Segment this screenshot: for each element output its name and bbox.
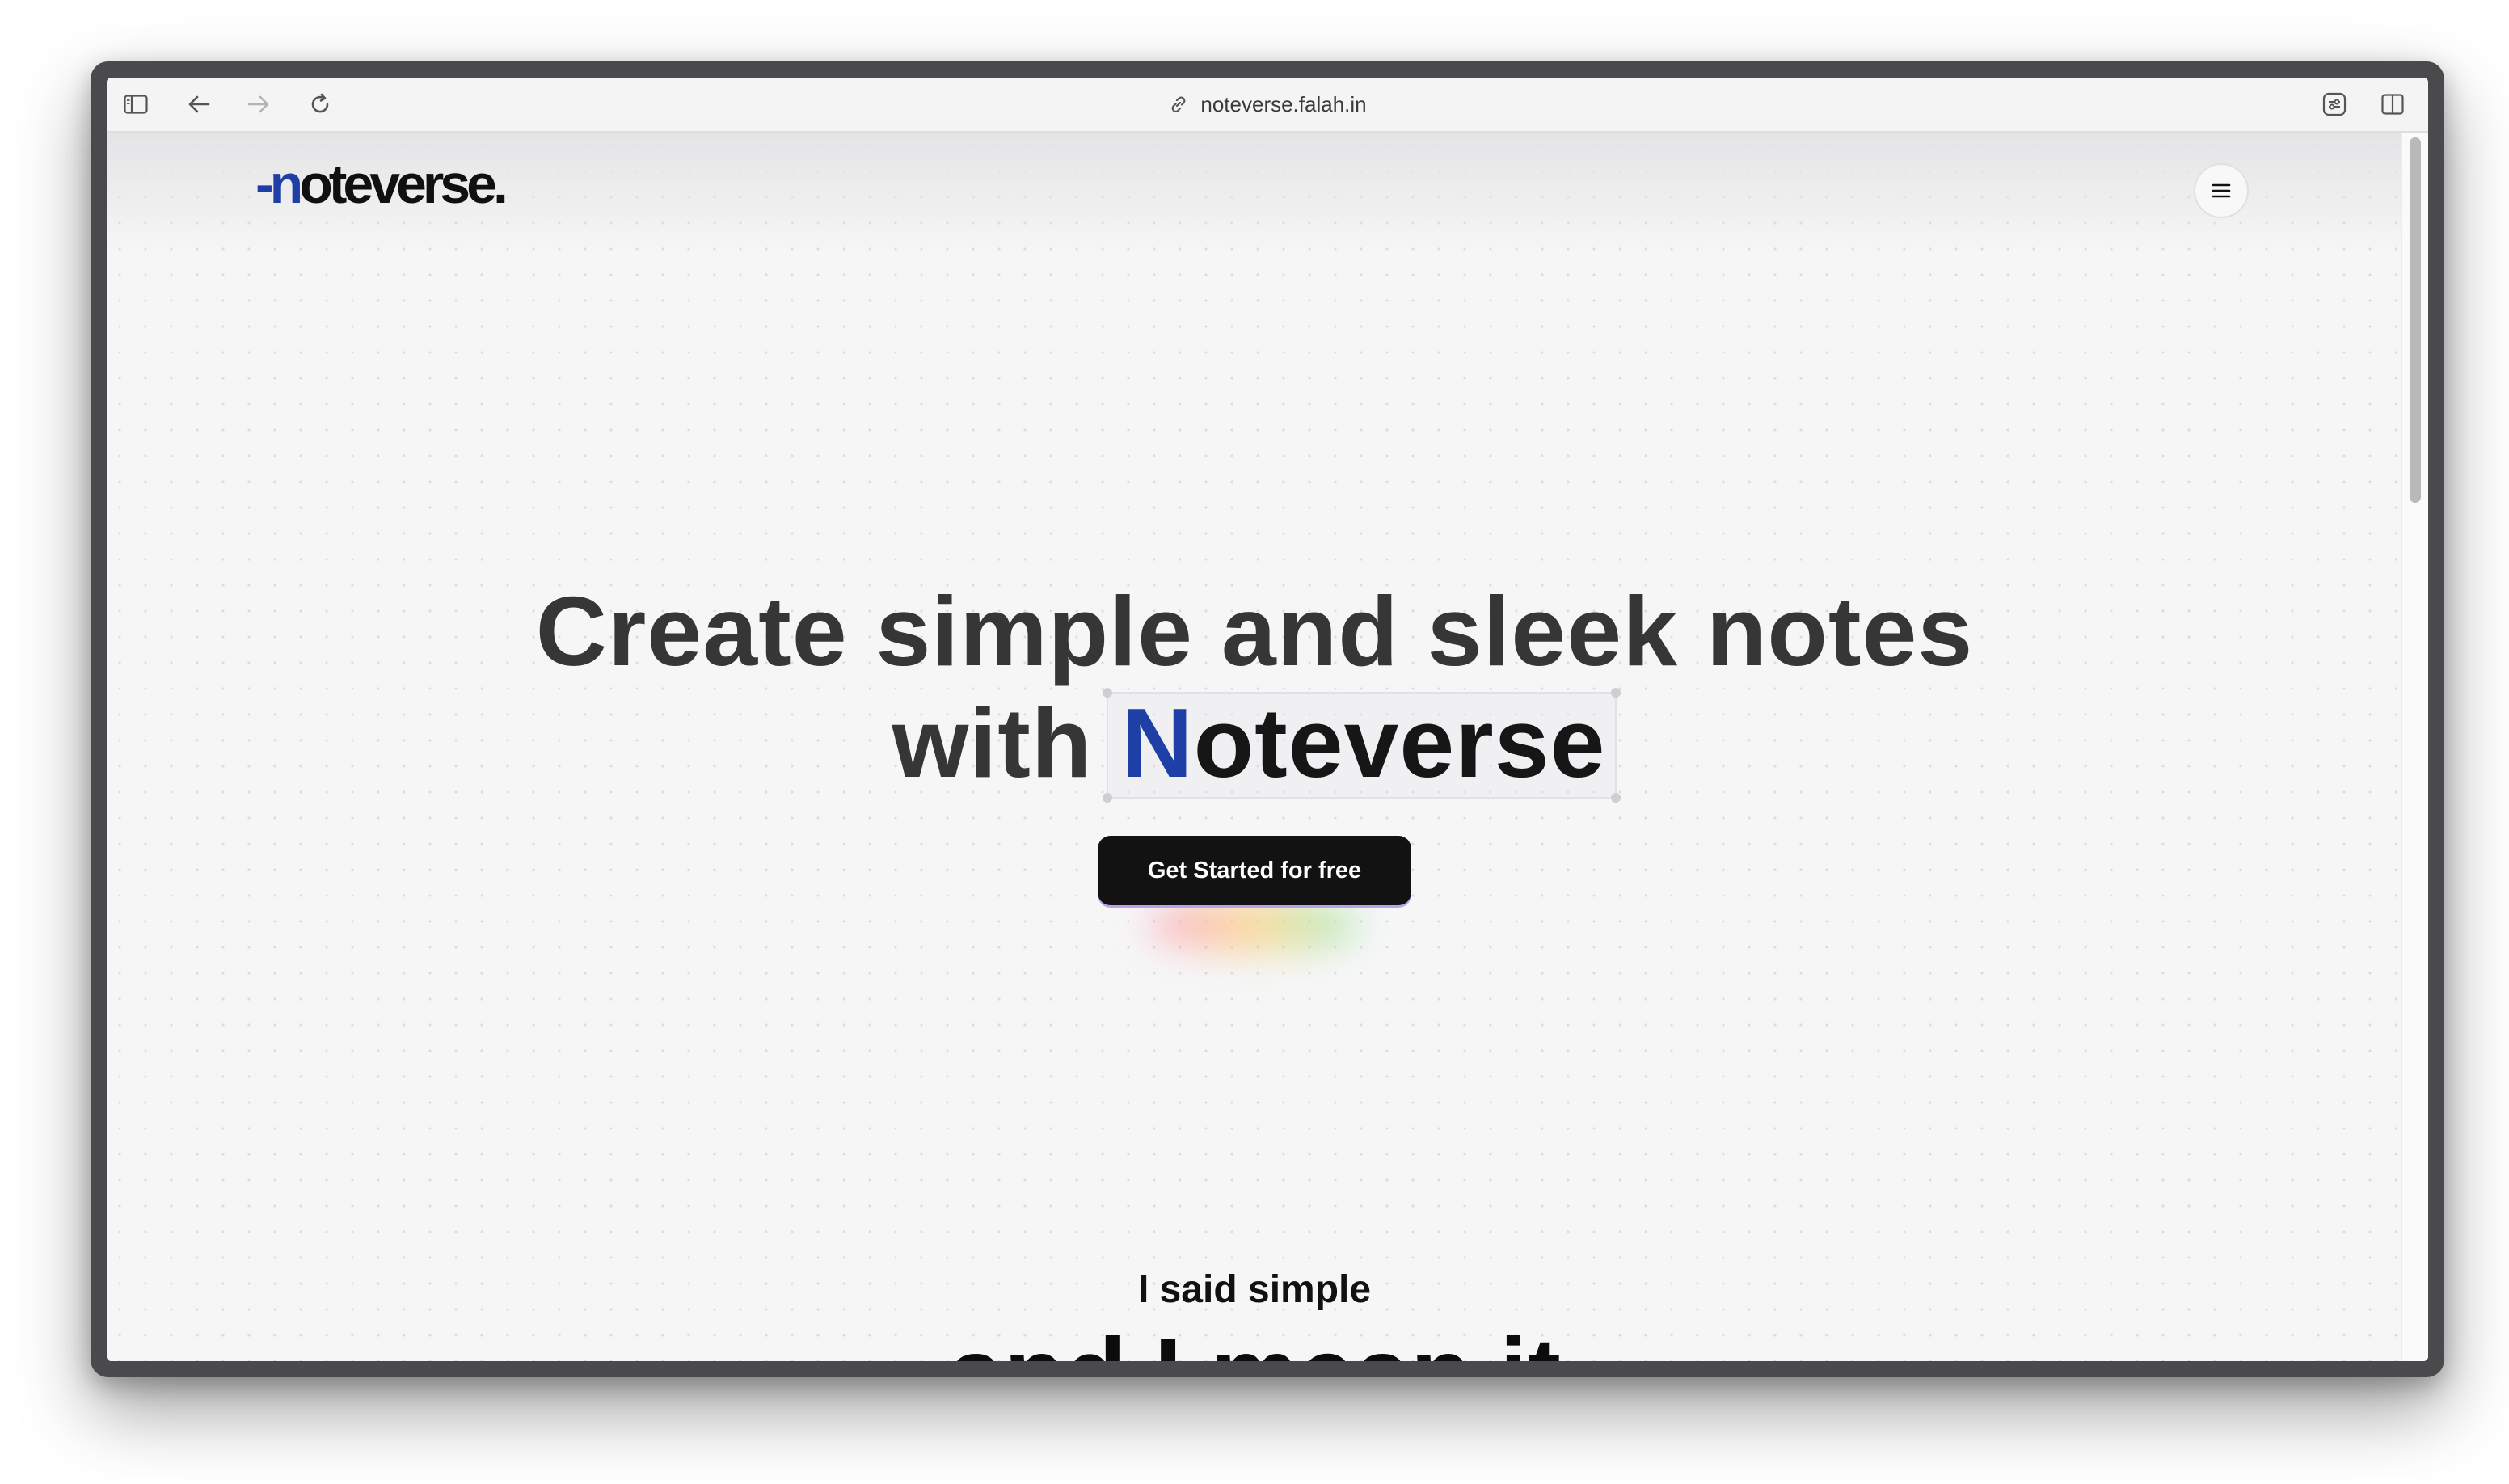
brand-rest: oteverse	[1193, 688, 1606, 798]
forward-button[interactable]	[242, 88, 275, 120]
selection-handle	[1611, 793, 1621, 803]
hero-title-line1: Create simple and sleek notes	[535, 576, 1974, 686]
logo-dash: -	[255, 154, 274, 215]
scrollbar-thumb[interactable]	[2410, 137, 2421, 503]
url-text[interactable]: noteverse.falah.in	[1200, 92, 1366, 117]
split-view-icon	[2381, 94, 2404, 115]
browser-window: noteverse.falah.in -noteverse. Create si…	[91, 61, 2444, 1377]
arrow-left-icon	[188, 95, 210, 113]
back-button[interactable]	[183, 88, 215, 120]
hero-with: with	[892, 688, 1093, 798]
selection-handle	[1611, 688, 1621, 698]
brand-first-letter: N	[1121, 688, 1194, 798]
get-started-button[interactable]: Get Started for free	[1098, 836, 1411, 905]
logo-text: oteverse.	[299, 154, 508, 215]
reload-button[interactable]	[304, 88, 336, 120]
site-logo[interactable]: -noteverse.	[255, 154, 508, 215]
address-bar: noteverse.falah.in	[107, 78, 2428, 131]
sliders-icon	[2322, 92, 2347, 116]
section-eyebrow: I said simple	[1137, 1268, 1372, 1311]
selection-handle	[1103, 793, 1113, 803]
selection-handle	[1103, 688, 1113, 698]
browser-toolbar: noteverse.falah.in	[107, 78, 2428, 133]
section-headline: and I mean it	[107, 1324, 2402, 1361]
menu-button[interactable]	[2194, 163, 2249, 218]
hamburger-menu-icon	[2212, 183, 2231, 198]
sidebar-toggle-icon[interactable]	[120, 88, 152, 120]
link-icon	[1172, 96, 1186, 112]
web-page: -noteverse. Create simple and sleek note…	[107, 133, 2402, 1361]
browser-screen: noteverse.falah.in -noteverse. Create si…	[107, 78, 2428, 1361]
scrollbar[interactable]	[2401, 133, 2428, 1361]
hero-title-line2: with Noteverse	[107, 688, 2402, 803]
extension-button[interactable]	[2318, 88, 2351, 120]
cta-glow	[1149, 897, 1360, 954]
brand-highlight: Noteverse	[1103, 688, 1621, 803]
arrow-right-icon	[247, 95, 269, 113]
logo-n: n	[269, 154, 303, 215]
reload-icon	[311, 93, 329, 113]
split-view-button[interactable]	[2376, 88, 2409, 120]
